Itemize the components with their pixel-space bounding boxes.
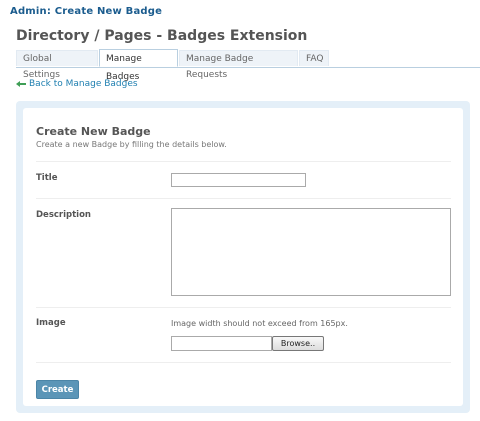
divider [36, 161, 451, 162]
file-path-field[interactable] [171, 336, 272, 351]
tab-global-settings[interactable]: Global Settings [16, 50, 98, 80]
browse-button[interactable]: Browse.. [272, 336, 324, 351]
back-link[interactable]: Back to Manage Badges [16, 79, 138, 89]
tab-faq[interactable]: FAQ [299, 50, 329, 66]
form-container: Create New Badge Create a new Badge by f… [23, 108, 463, 406]
description-textarea[interactable] [171, 208, 451, 296]
tab-manage-badge-requests[interactable]: Manage Badge Requests [179, 50, 298, 80]
create-button[interactable]: Create [36, 380, 79, 399]
image-hint: Image width should not exceed from 165px… [171, 319, 348, 328]
arrow-left-icon [16, 80, 26, 87]
title-input[interactable] [171, 173, 306, 187]
description-label: Description [36, 210, 91, 220]
title-label: Title [36, 173, 58, 183]
admin-title: Admin: Create New Badge [10, 6, 163, 17]
divider [36, 362, 451, 363]
divider [36, 307, 451, 308]
tab-manage-badges[interactable]: Manage Badges [99, 49, 178, 82]
form-title: Create New Badge [36, 125, 151, 138]
back-link-label: Back to Manage Badges [29, 79, 138, 89]
tab-bar: Global Settings Manage Badges Manage Bad… [16, 49, 480, 82]
image-label: Image [36, 318, 66, 328]
page-heading: Directory / Pages - Badges Extension [16, 28, 308, 44]
divider [36, 198, 451, 199]
form-panel: Create New Badge Create a new Badge by f… [16, 101, 470, 413]
form-description: Create a new Badge by filling the detail… [36, 140, 227, 149]
